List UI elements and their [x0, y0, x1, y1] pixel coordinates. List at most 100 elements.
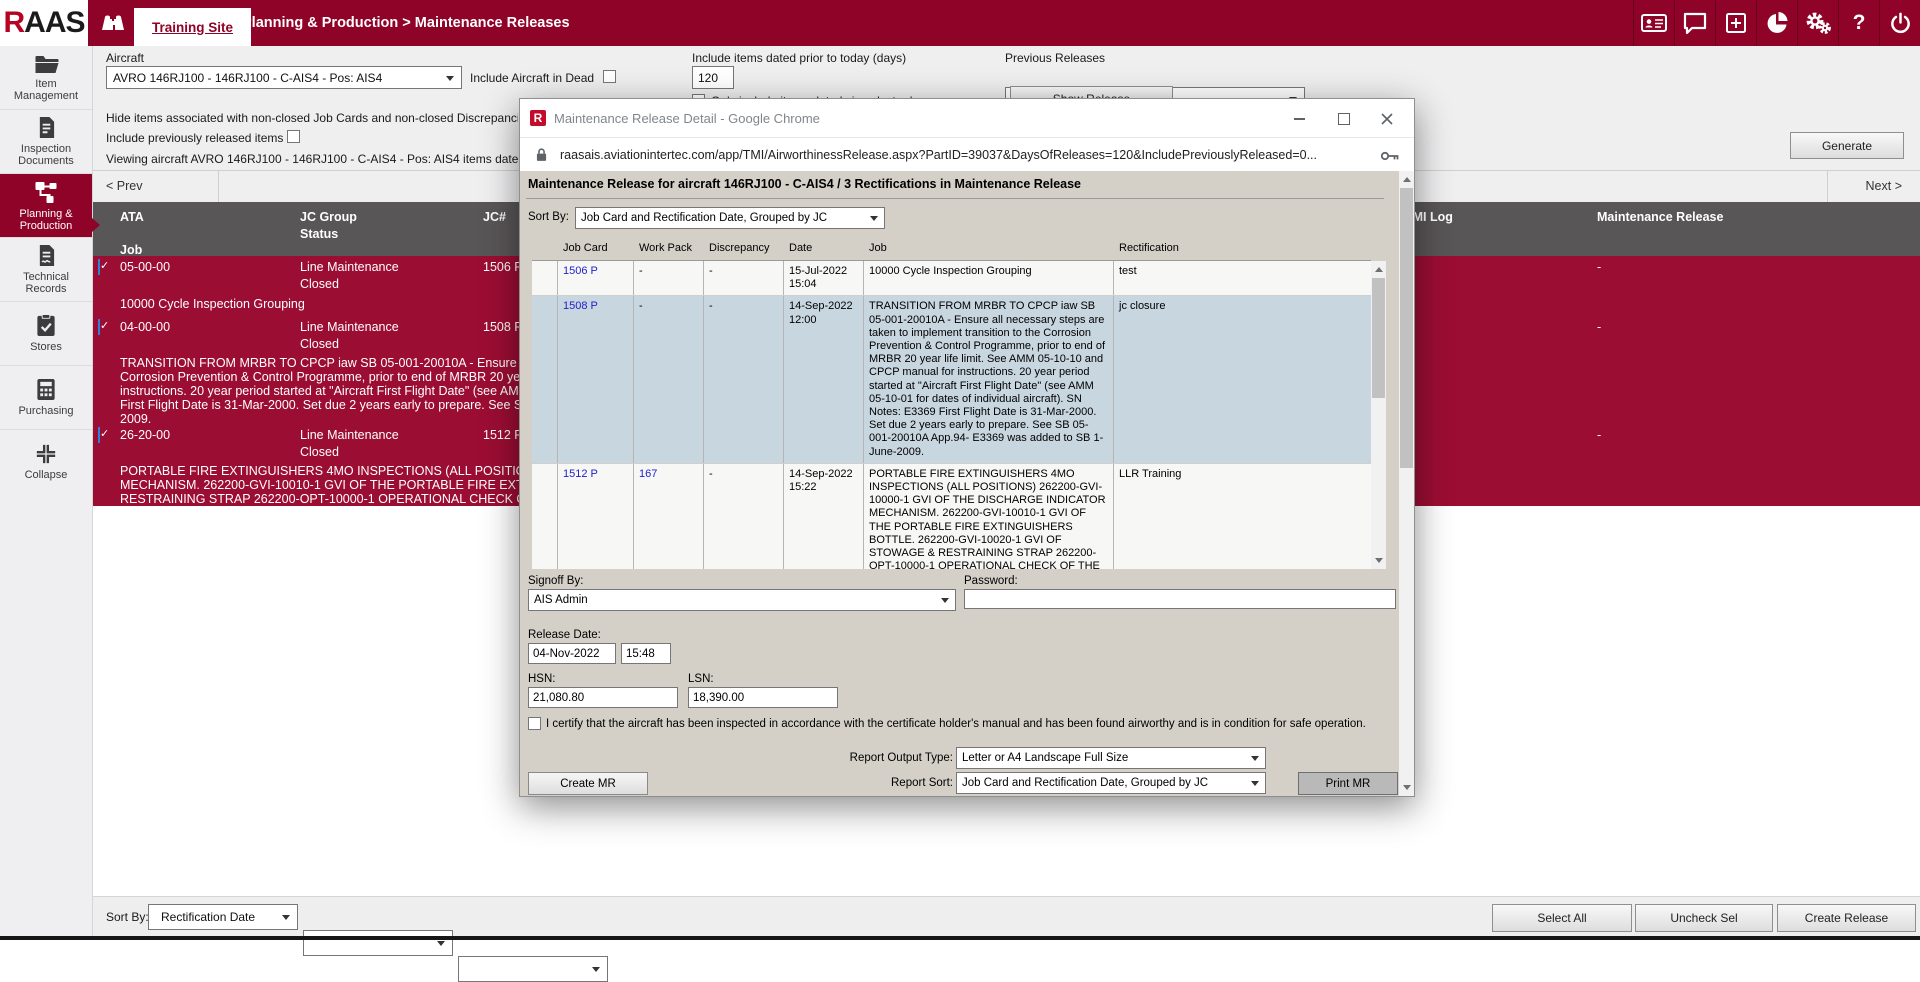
job-card-link[interactable]: 1506 P: [563, 265, 598, 277]
cell-maintenance-release: -: [1597, 320, 1601, 334]
help-icon[interactable]: ?: [1838, 0, 1879, 46]
include-dead-label: Include Aircraft in Dead: [470, 71, 594, 85]
table-row[interactable]: 1508 P - - 14-Sep-2022 12:00 TRANSITION …: [532, 296, 1371, 463]
work-pack-link[interactable]: 167: [639, 468, 657, 480]
table-row[interactable]: 1512 P 167 - 14-Sep-2022 15:22 PORTABLE …: [532, 464, 1371, 569]
sort-by-label: Sort By:: [106, 910, 149, 924]
record-document-icon: [37, 244, 56, 267]
minimize-icon[interactable]: [1284, 107, 1314, 131]
logo-letters-aas: AAS: [24, 6, 84, 40]
popup-url[interactable]: raasais.aviationintertec.com/app/TMI/Air…: [560, 138, 1317, 172]
report-output-type-select[interactable]: Letter or A4 Landscape Full Size: [956, 747, 1266, 769]
create-mr-button[interactable]: Create MR: [528, 772, 648, 795]
sort-select-3[interactable]: [458, 956, 608, 982]
popup-heading: Maintenance Release for aircraft 146RJ10…: [528, 177, 1378, 191]
row-checkbox[interactable]: [98, 319, 100, 335]
tab-training-site[interactable]: Training Site: [134, 8, 251, 46]
row-checkbox[interactable]: [98, 259, 100, 275]
certify-checkbox[interactable]: [528, 717, 541, 730]
col-ata: ATA: [120, 210, 144, 224]
close-icon[interactable]: [1372, 107, 1402, 131]
hide-items-label: Hide items associated with non-closed Jo…: [106, 111, 518, 125]
maintenance-release-detail-popup: R Maintenance Release Detail - Google Ch…: [519, 98, 1415, 797]
sidebar-item-item-management[interactable]: Item Management: [0, 46, 92, 110]
cell-job: 10000 Cycle Inspection Grouping: [864, 261, 1114, 295]
print-mr-button[interactable]: Print MR: [1298, 772, 1398, 795]
sort-select-2[interactable]: [303, 930, 453, 956]
popup-scrollbar[interactable]: [1399, 171, 1414, 796]
sidebar-item-label: Documents: [18, 155, 74, 167]
logout-power-icon[interactable]: [1879, 0, 1920, 46]
days-prior-input[interactable]: 120: [692, 66, 734, 89]
feedback-chat-icon[interactable]: [1674, 0, 1715, 46]
include-prev-label: Include previously released items: [106, 131, 283, 145]
col-job: Job: [864, 242, 1114, 254]
calculator-icon: [36, 378, 56, 401]
prev-button[interactable]: < Prev: [106, 179, 142, 193]
col-work-pack: Work Pack: [634, 242, 704, 254]
settings-gears-icon[interactable]: [1797, 0, 1838, 46]
sidebar-item-label: Item: [35, 78, 56, 90]
popup-title-bar[interactable]: R Maintenance Release Detail - Google Ch…: [520, 99, 1414, 137]
cell-jc-num: 1506 P: [483, 260, 523, 274]
cell-job-line: instructions. 20 year period started at …: [120, 384, 529, 398]
next-button[interactable]: Next >: [1866, 179, 1902, 193]
release-date-input[interactable]: 04-Nov-2022: [528, 643, 616, 664]
job-card-link[interactable]: 1508 P: [563, 300, 598, 312]
bottom-bar: Sort By: Rectification Date Select All U…: [93, 896, 1920, 937]
row-checkbox[interactable]: [98, 427, 100, 443]
add-window-icon[interactable]: [1715, 0, 1756, 46]
table-scrollbar[interactable]: [1371, 261, 1386, 569]
col-discrepancy: Discrepancy: [704, 242, 784, 254]
key-icon[interactable]: [1380, 149, 1400, 167]
job-card-link[interactable]: 1512 P: [563, 468, 598, 480]
popup-url-bar[interactable]: raasais.aviationintertec.com/app/TMI/Air…: [520, 137, 1414, 173]
lsn-label: LSN:: [688, 673, 714, 685]
create-release-button[interactable]: Create Release: [1777, 904, 1916, 932]
cell-job-line: MECHANISM. 262200-GVI-10010-1 GVI OF THE…: [120, 478, 555, 492]
cell-status: Closed: [300, 277, 339, 291]
cell-work-pack: -: [634, 296, 704, 462]
table-row[interactable]: 1506 P - - 15-Jul-2022 15:04 10000 Cycle…: [532, 261, 1371, 296]
include-dead-checkbox[interactable]: [603, 70, 616, 83]
generate-button[interactable]: Generate: [1790, 132, 1904, 159]
sort-select-1[interactable]: Rectification Date: [148, 904, 298, 930]
sidebar-item-label: Management: [14, 90, 78, 102]
collapse-icon: [35, 443, 57, 465]
sidebar-item-planning-production[interactable]: Planning & Production: [0, 174, 92, 238]
idcard-icon[interactable]: [1633, 0, 1674, 46]
col-status: Status: [300, 227, 338, 241]
release-time-input[interactable]: 15:48: [621, 643, 671, 664]
signoff-by-select[interactable]: AIS Admin: [528, 589, 956, 611]
popup-sort-by-label: Sort By:: [528, 211, 569, 223]
cell-rectification: test: [1114, 261, 1371, 295]
pie-chart-icon[interactable]: [1756, 0, 1797, 46]
cell-maintenance-release: -: [1597, 260, 1601, 274]
report-sort-label: Report Sort:: [720, 777, 953, 789]
select-all-button[interactable]: Select All: [1492, 904, 1632, 932]
uncheck-sel-button[interactable]: Uncheck Sel: [1635, 904, 1773, 932]
sidebar-collapse-button[interactable]: Collapse: [0, 430, 92, 493]
report-sort-select[interactable]: Job Card and Rectification Date, Grouped…: [956, 772, 1266, 794]
col-jc-group: JC Group: [300, 210, 357, 224]
maximize-icon[interactable]: [1329, 107, 1359, 131]
days-prior-label: Include items dated prior to today (days…: [692, 51, 906, 65]
sidebar-item-inspection-documents[interactable]: Inspection Documents: [0, 110, 92, 174]
popup-sort-by-select[interactable]: Job Card and Rectification Date, Grouped…: [575, 207, 885, 229]
logo-letter-r: R: [3, 6, 24, 40]
sidebar-item-stores[interactable]: Stores: [0, 302, 92, 366]
include-prev-checkbox[interactable]: [287, 130, 300, 143]
cell-jc-group: Line Maintenance: [300, 260, 399, 274]
sidebar-item-purchasing[interactable]: Purchasing: [0, 366, 92, 430]
lsn-input[interactable]: 18,390.00: [688, 687, 838, 708]
hsn-input[interactable]: 21,080.80: [528, 687, 678, 708]
password-input[interactable]: [964, 589, 1396, 609]
cell-job: TRANSITION FROM MRBR TO CPCP iaw SB 05-0…: [864, 296, 1114, 462]
window-bottom-edge: [0, 936, 1920, 940]
cell-ata: 05-00-00: [120, 260, 170, 274]
cell-rectification: jc closure: [1114, 296, 1371, 462]
sidebar-item-technical-records[interactable]: Technical Records: [0, 238, 92, 302]
aircraft-select[interactable]: AVRO 146RJ100 - 146RJ100 - C-AIS4 - Pos:…: [106, 66, 462, 89]
sidebar-item-label: Collapse: [25, 469, 68, 481]
col-job-card: Job Card: [558, 242, 634, 254]
